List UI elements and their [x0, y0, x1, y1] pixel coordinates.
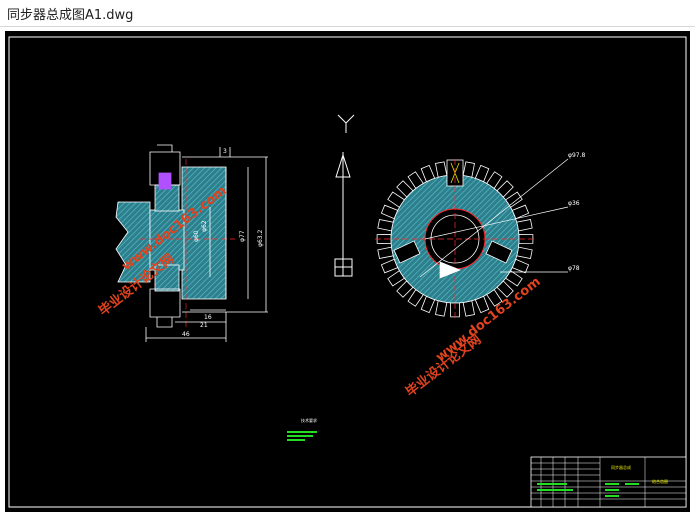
cad-viewport[interactable]: φ63.2 φ77 φ62 φ60 16 21 46 3 φ97.8 φ36 φ… — [0, 27, 695, 512]
dim-label: φ36 — [568, 200, 580, 207]
window-title: 同步器总成图A1.dwg — [7, 8, 134, 23]
dim-label: φ63.2 — [257, 230, 264, 248]
dim-label: 16 — [204, 314, 212, 321]
dim-label: φ78 — [568, 265, 580, 272]
cad-drawing[interactable]: φ63.2 φ77 φ62 φ60 16 21 46 3 φ97.8 φ36 φ… — [0, 27, 695, 512]
dim-label: 21 — [200, 322, 208, 329]
title-bar: 同步器总成图A1.dwg — [0, 0, 695, 27]
drawing-sheet — [5, 31, 690, 512]
drawing-part: 结合齿圈 — [652, 478, 668, 484]
dim-label: φ62 — [201, 220, 208, 232]
drawing-name: 同步器总成 — [611, 464, 631, 470]
dim-label: 3 — [223, 148, 227, 155]
dim-label: φ77 — [239, 230, 246, 242]
title-block: 同步器总成 结合齿圈 — [530, 456, 687, 508]
notes-heading: 技术要求 — [301, 417, 317, 423]
dim-label: 46 — [182, 331, 190, 338]
dim-label: φ60 — [193, 230, 200, 242]
spring-detent — [158, 172, 172, 190]
dim-label: φ97.8 — [568, 152, 586, 159]
